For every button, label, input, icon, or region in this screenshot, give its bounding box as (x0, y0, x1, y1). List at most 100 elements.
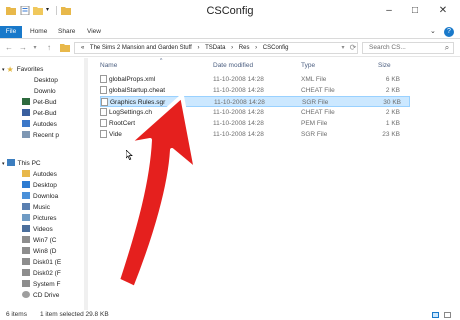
file-icon (100, 75, 107, 83)
table-row[interactable]: LogSettings.ch 11-10-2008 14:28 CHEAT Fi… (100, 107, 410, 118)
address-dropdown-icon[interactable]: ▾ (338, 43, 348, 53)
breadcrumb-separator-icon[interactable]: › (198, 45, 200, 51)
file-icon (100, 108, 107, 116)
nav-label: Favorites (16, 66, 44, 73)
search-icon[interactable]: ⌕ (442, 43, 452, 53)
drive-icon (22, 258, 30, 265)
minimize-button[interactable]: – (378, 3, 400, 19)
nav-item-disk02[interactable]: Disk02 (F (22, 268, 61, 279)
nav-item-disk01[interactable]: Disk01 (E (22, 257, 61, 268)
refresh-icon[interactable]: ⟳ (348, 43, 358, 53)
nav-item-pictures[interactable]: Pictures (22, 213, 56, 224)
expand-arrow-icon[interactable]: ▾ (2, 161, 5, 167)
close-button[interactable]: ✕ (432, 3, 454, 19)
tab-file[interactable]: File (0, 26, 22, 38)
file-type: PEM File (301, 120, 328, 127)
nav-item-downloads[interactable]: Downlo (34, 86, 56, 97)
column-header-size[interactable]: Size (378, 62, 391, 69)
breadcrumb-segment[interactable]: TSData (205, 45, 225, 51)
file-icon (100, 130, 107, 138)
folder-icon (22, 170, 30, 177)
nav-label: Autodes (33, 171, 57, 178)
tab-home[interactable]: Home (30, 26, 47, 38)
nav-label: Pet-Bud (33, 99, 57, 106)
nav-item-autodesk-pc[interactable]: Autodes (22, 169, 57, 180)
nav-item-desktop-pc[interactable]: Desktop (22, 180, 57, 191)
file-icon (100, 86, 107, 94)
nav-item-win7[interactable]: Win7 (C (22, 235, 56, 246)
recent-locations-icon[interactable]: ▾ (30, 43, 40, 53)
file-size: 23 KB (382, 131, 400, 138)
file-name-text: Vide (109, 131, 122, 138)
column-header-type[interactable]: Type (301, 62, 315, 69)
nav-label: Win7 (C (33, 237, 57, 244)
drive-icon (22, 280, 30, 287)
breadcrumb-separator-icon[interactable]: › (231, 45, 233, 51)
breadcrumb-segment[interactable]: CSConfig (263, 45, 289, 51)
maximize-button[interactable]: □ (404, 3, 426, 19)
nav-item-music[interactable]: Music (22, 202, 50, 213)
table-row[interactable]: globalProps.xml 11-10-2008 14:28 XML Fil… (100, 74, 410, 85)
chevron-down-icon[interactable]: ⌄ (430, 26, 436, 38)
file-name: RootCert (100, 118, 190, 129)
selection-info: 1 item selected 29.8 KB (40, 311, 109, 318)
nav-item-pet-bud-1[interactable]: Pet-Bud (22, 97, 57, 108)
large-icons-view-icon[interactable] (444, 312, 451, 318)
address-overflow[interactable]: « (81, 45, 84, 51)
file-type: CHEAT File (301, 87, 335, 94)
column-header-date[interactable]: Date modified (213, 62, 253, 69)
up-arrow-icon[interactable]: ↑ (44, 43, 54, 53)
nav-item-downloads-pc[interactable]: Downloa (22, 191, 58, 202)
tab-view[interactable]: View (87, 26, 101, 38)
nav-label: Autodes (33, 121, 57, 128)
help-icon[interactable]: ? (444, 27, 454, 37)
nav-label: Videos (33, 226, 53, 233)
nav-label: Pet-Bud (33, 110, 57, 117)
nav-label: Pictures (33, 215, 57, 222)
file-name: globalProps.xml (100, 74, 190, 85)
nav-item-desktop[interactable]: Desktop (34, 75, 58, 86)
title-bar: ▾ CSConfig – □ ✕ (0, 0, 460, 24)
nav-label: This PC (17, 160, 41, 167)
nav-label: Desktop (34, 77, 58, 84)
nav-item-pet-bud-2[interactable]: Pet-Bud (22, 108, 57, 119)
table-row-selected[interactable]: Graphics Rules.sgr 11-10-2008 14:28 SGR … (100, 96, 410, 107)
file-name: LogSettings.ch (100, 107, 190, 118)
pictures-icon (22, 214, 30, 221)
breadcrumb-segment[interactable]: The Sims 2 Mansion and Garden Stuff (90, 45, 192, 51)
address-bar[interactable]: « The Sims 2 Mansion and Garden Stuff › … (74, 42, 358, 54)
nav-item-videos[interactable]: Videos (22, 224, 53, 235)
expand-arrow-icon[interactable]: ▾ (2, 67, 5, 73)
item-count: 6 items (6, 311, 27, 318)
file-list: Name ^ Date modified Type Size globalPro… (88, 58, 460, 310)
nav-item-system[interactable]: System F (22, 279, 60, 290)
nav-item-cd-drive[interactable]: CD Drive (22, 290, 59, 301)
sims-icon (22, 98, 30, 105)
nav-this-pc[interactable]: ▾ This PC (2, 158, 41, 169)
breadcrumb-segment[interactable]: Res (239, 45, 250, 51)
download-icon (22, 192, 30, 199)
table-row[interactable]: Vide 11-10-2008 14:28 SGR File 23 KB (100, 129, 410, 140)
file-name: globalStartup.cheat (100, 85, 190, 96)
table-row[interactable]: RootCert 11-10-2008 14:28 PEM File 1 KB (100, 118, 410, 129)
file-size: 6 KB (385, 76, 400, 83)
file-name-text: RootCert (109, 120, 136, 127)
file-size: 2 KB (385, 87, 400, 94)
back-arrow-icon[interactable]: ← (4, 43, 14, 53)
nav-item-win8[interactable]: Win8 (D (22, 246, 56, 257)
folder-icon (22, 120, 30, 127)
nav-item-autodesk[interactable]: Autodes (22, 119, 57, 130)
nav-favorites[interactable]: ▾ ★ Favorites (2, 64, 43, 75)
search-input[interactable]: Search CS... (362, 42, 454, 54)
breadcrumb-separator-icon[interactable]: › (255, 45, 257, 51)
nav-item-recent[interactable]: Recent p (22, 130, 59, 141)
desktop-icon (22, 181, 30, 188)
ribbon: File Home Share View ⌄ ? (0, 24, 460, 39)
details-view-icon[interactable] (432, 312, 439, 318)
table-row[interactable]: globalStartup.cheat 11-10-2008 14:28 CHE… (100, 85, 410, 96)
forward-arrow-icon[interactable]: → (18, 43, 28, 53)
column-header-name[interactable]: Name (100, 62, 117, 69)
file-name-text: Graphics Rules.sgr (110, 99, 166, 106)
file-name-text: globalStartup.cheat (109, 87, 166, 94)
tab-share[interactable]: Share (58, 26, 75, 38)
